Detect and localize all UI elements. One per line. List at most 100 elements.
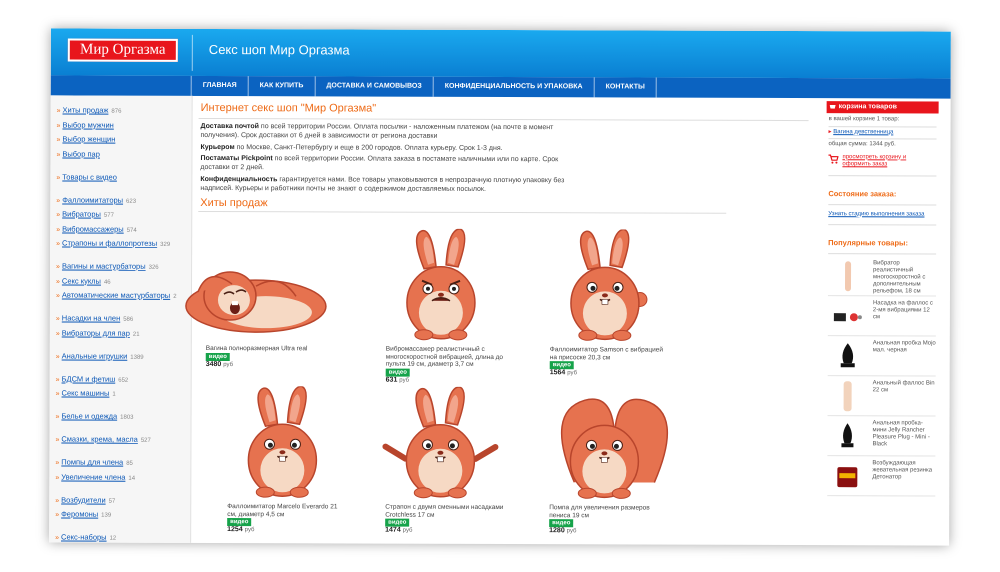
- category-item[interactable]: » Анальные игрушки 1389: [56, 349, 191, 364]
- nav-item-1[interactable]: КАК КУПИТЬ: [247, 76, 315, 97]
- category-link[interactable]: Помпы для члена: [61, 457, 123, 466]
- category-item[interactable]: » Вибромассажеры 574: [56, 222, 191, 237]
- site-logo[interactable]: Мир Оргазма: [67, 38, 178, 62]
- category-item[interactable]: » Насадки на член 586: [56, 311, 191, 326]
- category-link[interactable]: Автоматические мастурбаторы: [62, 290, 170, 299]
- popular-item-name[interactable]: Анальная пробка-мини Jelly Rancher Pleas…: [872, 420, 936, 448]
- product-image[interactable]: [529, 387, 679, 500]
- category-item[interactable]: » Смазки, крема, масла 527: [55, 432, 190, 447]
- popular-item-image[interactable]: [829, 419, 865, 453]
- popular-item-image[interactable]: [830, 339, 866, 373]
- category-link[interactable]: Возбудители: [61, 495, 106, 504]
- nav-item-3[interactable]: КОНФИДЕНЦИАЛЬНОСТЬ И УПАКОВКА: [432, 76, 594, 98]
- nav-item-0[interactable]: ГЛАВНАЯ: [190, 75, 248, 97]
- category-item[interactable]: » Вагины и мастурбаторы 326: [56, 259, 191, 274]
- category-link[interactable]: Секс куклы: [62, 276, 101, 285]
- category-item[interactable]: » Увеличение члена 14: [55, 470, 190, 485]
- popular-item-name[interactable]: Насадка на фаллос с 2-мя вибрациями 12 с…: [873, 300, 937, 321]
- product-name[interactable]: Фаллоимитатор Marcelo Everardo 21 см, ди…: [227, 503, 347, 518]
- category-item[interactable]: » Секс куклы 46: [56, 274, 191, 289]
- product-image[interactable]: [366, 228, 516, 342]
- category-item[interactable]: » Возбудители 57: [55, 493, 190, 508]
- category-item[interactable]: » Вибраторы для пар 21: [56, 326, 191, 341]
- popular-item-name[interactable]: Анальная пробка Mojo мал. черная: [873, 340, 937, 354]
- popular-item[interactable]: Насадка на фаллос с 2-мя вибрациями 12 с…: [827, 296, 937, 337]
- popular-item[interactable]: Возбуждающая жевательная резинка Детонат…: [827, 456, 936, 497]
- product-card[interactable]: Помпа для увеличения размеров пениса 19 …: [529, 387, 690, 545]
- video-badge[interactable]: видео: [385, 368, 410, 377]
- product-card[interactable]: Вибромассажер реалистичный с многоскорос…: [366, 228, 527, 390]
- view-cart-link[interactable]: просмотреть корзину и оформить заказ: [842, 154, 922, 169]
- category-item[interactable]: » Феромоны 139: [55, 507, 190, 522]
- nav-item-4[interactable]: КОНТАКТЫ: [593, 77, 657, 98]
- popular-item[interactable]: Анальная пробка Mojo мал. черная: [827, 336, 937, 377]
- category-link[interactable]: Вибраторы: [62, 209, 101, 218]
- category-link[interactable]: Насадки на член: [62, 313, 120, 322]
- category-item[interactable]: » Вибраторы 577: [56, 207, 191, 222]
- category-link[interactable]: Увеличение члена: [61, 472, 125, 481]
- product-card[interactable]: Страпон с двумя сменными насадками Crotc…: [365, 386, 526, 546]
- popular-item-image[interactable]: [830, 299, 866, 333]
- category-item[interactable]: » БДСМ и фетиш 652: [56, 372, 191, 387]
- video-badge[interactable]: видео: [385, 518, 410, 527]
- category-item[interactable]: » Автоматические мастурбаторы 2: [56, 288, 191, 303]
- popular-item-image[interactable]: [830, 379, 866, 413]
- category-link[interactable]: Товары с видео: [62, 172, 117, 181]
- product-image[interactable]: [530, 228, 680, 342]
- order-status-link[interactable]: Узнать стадию выполнения заказа: [828, 211, 924, 217]
- category-link[interactable]: Секс-наборы: [61, 532, 107, 541]
- category-item[interactable]: » Белье и одежда 1803: [56, 409, 191, 424]
- product-image[interactable]: [365, 386, 515, 500]
- category-item[interactable]: » Фаллоимитаторы 623: [56, 193, 191, 208]
- category-item[interactable]: » Выбор пар: [56, 147, 191, 162]
- category-link[interactable]: Анальные игрушки: [62, 351, 128, 360]
- category-item[interactable]: »Вагинальные шарики170: [55, 545, 190, 546]
- product-image[interactable]: [178, 228, 328, 341]
- category-link[interactable]: Выбор пар: [62, 149, 100, 158]
- product-name[interactable]: Помпа для увеличения размеров пениса 19 …: [549, 504, 669, 519]
- nav-item-2[interactable]: ДОСТАВКА И САМОВЫВОЗ: [314, 76, 433, 97]
- category-link[interactable]: Вагины и мастурбаторы: [62, 261, 146, 270]
- product-card[interactable]: Фаллоимитатор Samson с вибрацией на прис…: [530, 228, 691, 390]
- category-item[interactable]: » Хиты продаж 876: [57, 103, 192, 118]
- product-name[interactable]: Вагина полноразмерная Ultra real: [206, 345, 326, 353]
- category-item[interactable]: » Секс-наборы 12: [55, 530, 190, 545]
- category-link[interactable]: Хиты продаж: [63, 105, 109, 114]
- product-card[interactable]: Фаллоимитатор Marcelo Everardo 21 см, ди…: [207, 385, 368, 546]
- category-item[interactable]: » Выбор мужчин: [57, 118, 192, 133]
- product-name[interactable]: Вибромассажер реалистичный с многоскорос…: [386, 346, 506, 369]
- product-image[interactable]: [207, 385, 357, 499]
- video-badge[interactable]: видео: [205, 352, 230, 361]
- popular-item[interactable]: Анальная пробка-мини Jelly Rancher Pleas…: [827, 416, 936, 457]
- category-link[interactable]: Белье и одежда: [61, 411, 117, 420]
- category-link[interactable]: Фаллоимитаторы: [62, 195, 123, 204]
- popular-item-image[interactable]: [829, 459, 865, 493]
- popular-item-image[interactable]: [830, 259, 866, 293]
- product-card[interactable]: Вагина полноразмерная Ultra real видео 348…: [185, 228, 347, 389]
- popular-item-name[interactable]: Возбуждающая жевательная резинка Детонат…: [872, 460, 936, 481]
- category-link[interactable]: Вибромассажеры: [62, 224, 124, 233]
- category-item[interactable]: » Секс машины 1: [56, 386, 191, 401]
- product-name[interactable]: Фаллоимитатор Samson с вибрацией на прис…: [550, 346, 670, 361]
- category-item[interactable]: » Помпы для члена 85: [55, 455, 190, 470]
- video-badge[interactable]: видео: [227, 518, 252, 527]
- video-badge[interactable]: видео: [549, 519, 574, 528]
- popular-item-name[interactable]: Вибратор реалистичный многоскоростной с …: [873, 260, 937, 295]
- category-item[interactable]: » Выбор женщин: [56, 132, 191, 147]
- category-link[interactable]: Выбор мужчин: [62, 120, 113, 129]
- category-item[interactable]: » Товары с видео: [56, 170, 191, 185]
- category-link[interactable]: Феромоны: [61, 509, 98, 518]
- product-name[interactable]: Страпон с двумя сменными насадками Crotc…: [385, 504, 505, 519]
- category-link[interactable]: БДСМ и фетиш: [62, 374, 116, 383]
- cart-item-link[interactable]: Вагина девственница: [833, 129, 893, 135]
- category-link[interactable]: Страпоны и фаллопротезы: [62, 238, 157, 247]
- popular-item[interactable]: Вибратор реалистичный многоскоростной с …: [827, 256, 937, 297]
- category-item[interactable]: » Страпоны и фаллопротезы 329: [56, 236, 191, 251]
- popular-item[interactable]: Анальный фаллос Bin 22 см: [827, 376, 937, 417]
- popular-item-name[interactable]: Анальный фаллос Bin 22 см: [873, 380, 937, 394]
- category-link[interactable]: Смазки, крема, масла: [61, 434, 138, 443]
- category-link[interactable]: Выбор женщин: [62, 134, 115, 143]
- category-link[interactable]: Вибраторы для пар: [62, 328, 130, 337]
- video-badge[interactable]: видео: [549, 361, 574, 370]
- category-link[interactable]: Секс машины: [62, 388, 110, 397]
